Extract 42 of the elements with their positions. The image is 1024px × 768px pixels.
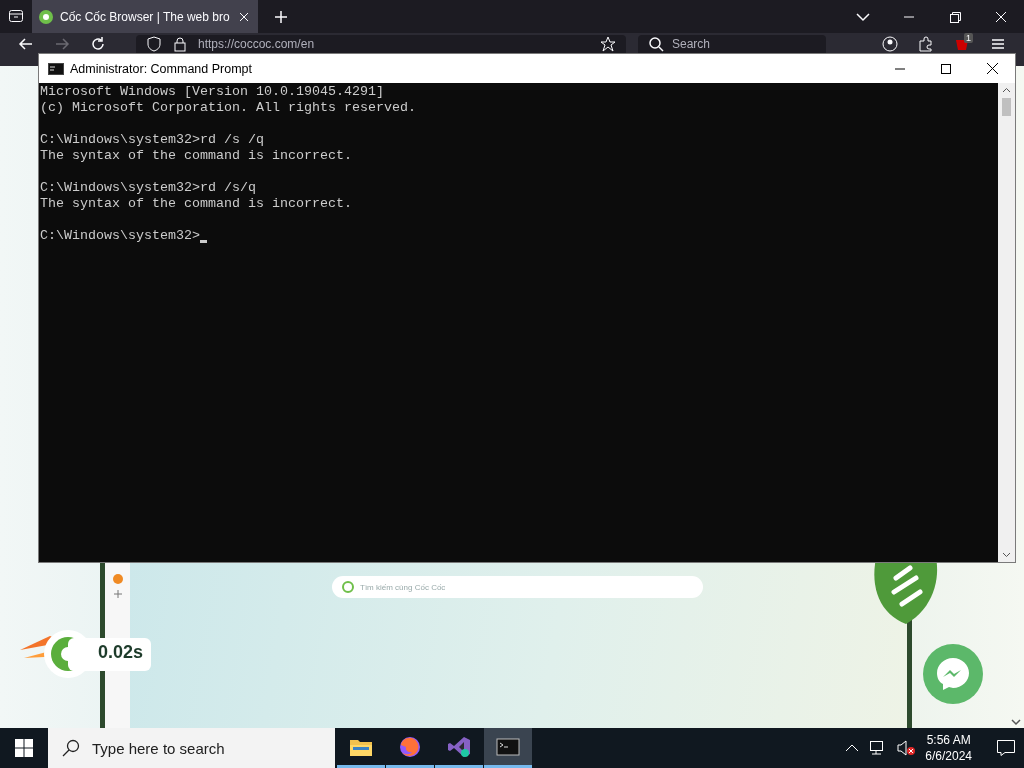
fox-globe-icon (398, 734, 422, 759)
console-line: The syntax of the command is incorrect. (40, 196, 352, 212)
console-line: C:\Windows\system32>rd /s/q (40, 180, 256, 196)
search-icon (62, 739, 80, 757)
extension-badge: 1 (964, 33, 973, 43)
speed-label: 0.02s (68, 637, 152, 671)
tab-list-icon[interactable] (8, 8, 24, 24)
star-icon[interactable] (600, 36, 616, 52)
maximize-icon (941, 63, 951, 74)
search-icon (648, 36, 664, 52)
scrollbar[interactable] (998, 83, 1015, 562)
console-line: Microsoft Windows [Version 10.0.19045.4291] (40, 84, 384, 100)
console-line: The syntax of the command is incorrect. (40, 148, 352, 164)
scroll-thumb[interactable] (1002, 98, 1011, 116)
windows-logo-icon (15, 739, 33, 757)
shield-icon (146, 36, 162, 52)
account-icon[interactable] (882, 36, 898, 52)
menu-icon[interactable] (990, 36, 1006, 52)
text-cursor (199, 240, 207, 243)
scroll-down-icon[interactable] (1002, 550, 1011, 559)
console-line: C:\Windows\system32>rd /s /q (40, 132, 264, 148)
terminal-icon (496, 736, 520, 757)
notification-icon[interactable] (996, 739, 1016, 757)
window-title: Administrator: Command Prompt (70, 61, 252, 76)
forward-arrow-icon[interactable] (54, 36, 70, 52)
console-line: C:\Windows\system32> (40, 228, 200, 244)
reload-icon[interactable] (90, 36, 106, 52)
back-arrow-icon[interactable] (18, 36, 34, 52)
scroll-down-icon[interactable] (1010, 716, 1022, 728)
browser-tab[interactable]: Cốc Cốc Browser | The web bro (32, 0, 258, 33)
address-field[interactable]: https://coccoc.com/en (136, 35, 626, 53)
muted-speaker-icon[interactable] (897, 740, 916, 756)
console-line: (c) Microsoft Corporation. All rights reserved. (40, 100, 416, 116)
search-field[interactable]: Type here to search (48, 728, 335, 768)
close-icon (986, 63, 998, 74)
scroll-up-icon[interactable] (1002, 86, 1011, 95)
search-field[interactable]: Search (638, 35, 826, 53)
chat-bubble-icon (935, 656, 971, 692)
taskbar-app[interactable] (484, 728, 532, 768)
puzzle-icon[interactable] (918, 36, 934, 52)
console-icon (48, 62, 64, 75)
clock[interactable]: 5:56 AM 6/6/2024 (925, 732, 972, 764)
